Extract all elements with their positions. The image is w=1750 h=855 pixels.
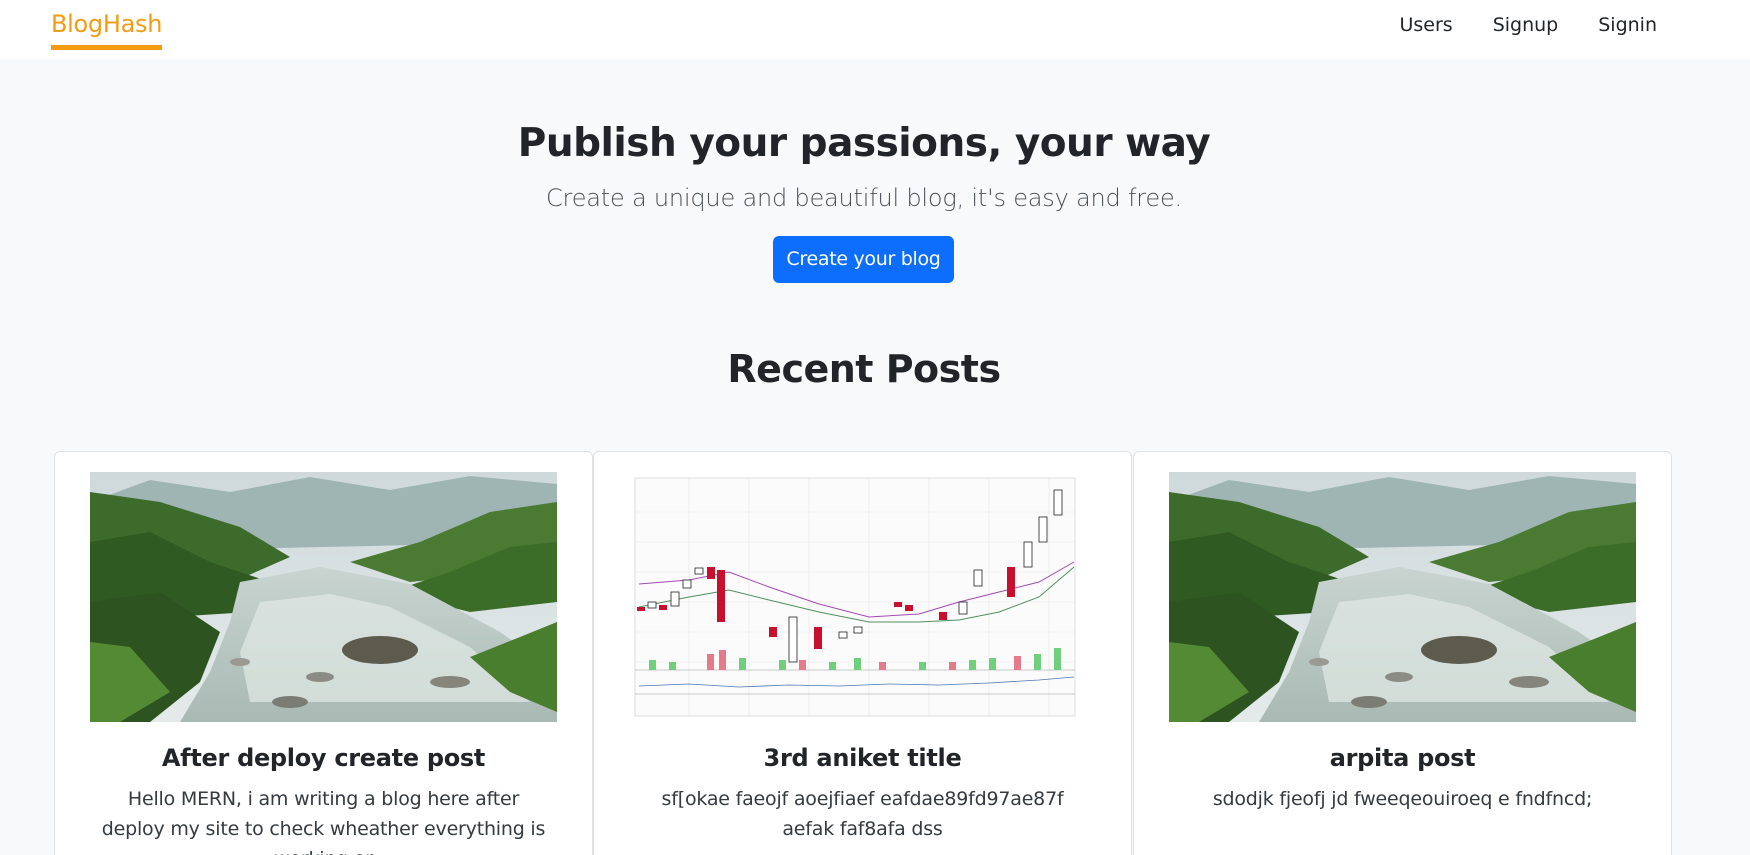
nav-link-signin[interactable]: Signin bbox=[1578, 12, 1677, 38]
post-excerpt: Hello MERN, i am writing a blog here aft… bbox=[101, 788, 546, 855]
post-image-stock-chart[interactable] bbox=[629, 472, 1096, 722]
recent-posts-heading: Recent Posts bbox=[727, 347, 1001, 391]
nav-links: Users Signup Signin bbox=[1379, 12, 1677, 38]
top-navbar: BlogHash Users Signup Signin bbox=[0, 0, 1750, 59]
post-excerpt: sf[okae faeojf aoejfiaef eafdae89fd97ae8… bbox=[661, 788, 1064, 840]
post-image-river[interactable] bbox=[1169, 472, 1636, 722]
post-card[interactable]: 3rd aniket title sf[okae faeojf aoejfiae… bbox=[593, 451, 1132, 855]
post-title[interactable]: After deploy create post bbox=[55, 742, 592, 774]
post-card[interactable]: arpita post sdodjk fjeofj jd fweeqeouiro… bbox=[1133, 451, 1672, 855]
nav-link-signup[interactable]: Signup bbox=[1473, 12, 1579, 38]
post-card[interactable]: After deploy create post Hello MERN, i a… bbox=[54, 451, 593, 855]
hero-title: Publish your passions, your way bbox=[517, 121, 1211, 166]
post-title[interactable]: 3rd aniket title bbox=[594, 742, 1131, 774]
hero-subtitle: Create a unique and beautiful blog, it's… bbox=[546, 184, 1182, 212]
post-excerpt: sdodjk fjeofj jd fweeqeouiroeq e fndfncd… bbox=[1212, 788, 1593, 810]
nav-link-users[interactable]: Users bbox=[1379, 12, 1472, 38]
create-blog-button[interactable]: Create your blog bbox=[773, 236, 954, 283]
post-title[interactable]: arpita post bbox=[1134, 742, 1671, 774]
post-image-river[interactable] bbox=[90, 472, 557, 722]
brand-logo-link[interactable]: BlogHash bbox=[51, 8, 162, 50]
